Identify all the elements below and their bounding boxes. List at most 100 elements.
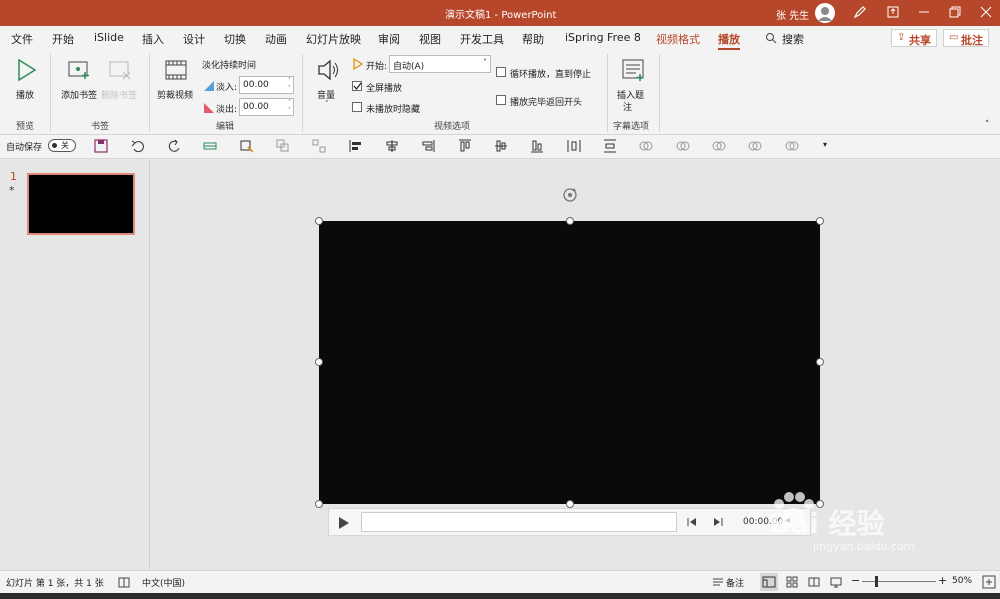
search-icon[interactable] <box>765 32 777 47</box>
tab-playback[interactable]: 播放 <box>718 31 740 50</box>
start-label: 开始: <box>366 62 388 72</box>
distribute-vertical-icon[interactable] <box>603 139 617 153</box>
shape-subtract-icon[interactable] <box>785 139 799 153</box>
language[interactable]: 中文(中国) <box>142 576 185 589</box>
ungroup-icon[interactable] <box>312 139 326 153</box>
align-top-icon[interactable] <box>458 139 472 153</box>
remove-bookmark-button[interactable]: 删除书签 <box>101 56 145 104</box>
resize-handle-right[interactable] <box>816 358 824 366</box>
tab-animations[interactable]: 动画 <box>265 31 287 47</box>
redo-icon[interactable] <box>167 139 181 153</box>
tab-view[interactable]: 视图 <box>419 31 441 47</box>
fade-in-spinner-icon[interactable]: ˄ ˅ <box>288 77 291 93</box>
collapse-ribbon-icon[interactable]: ˄ <box>985 120 990 130</box>
fade-out-input[interactable]: 00.00 ˄ ˅ <box>239 98 294 116</box>
pen-icon[interactable] <box>853 5 867 22</box>
select-icon[interactable] <box>240 139 254 153</box>
player-back-icon[interactable] <box>687 517 697 527</box>
align-right-icon[interactable] <box>421 139 435 153</box>
tab-home[interactable]: 开始 <box>52 31 74 47</box>
ribbon: 播放 预览 添加书签 删除书签 书签 剪裁视频 淡化持续时间 淡入: 00.00… <box>0 50 1000 135</box>
normal-view-button[interactable] <box>760 573 778 591</box>
fit-to-window-icon[interactable] <box>982 575 996 589</box>
customize-qat-icon[interactable]: ▾ <box>823 140 827 149</box>
tab-islide[interactable]: iSlide <box>94 31 124 44</box>
resize-handle-top-left[interactable] <box>315 217 323 225</box>
play-button[interactable]: 播放 <box>10 56 42 104</box>
undo-icon[interactable] <box>131 139 145 153</box>
notes-icon[interactable] <box>712 576 724 588</box>
zoom-level[interactable]: 50% <box>952 576 972 586</box>
shape-intersect-icon[interactable] <box>748 139 762 153</box>
tab-review[interactable]: 审阅 <box>378 31 400 47</box>
restore-icon[interactable] <box>949 6 961 21</box>
fade-in-input[interactable]: 00.00 ˄ ˅ <box>239 76 294 94</box>
resize-handle-left[interactable] <box>315 358 323 366</box>
tab-ispring[interactable]: iSpring Free 8 <box>565 31 641 44</box>
slide-thumbnail[interactable] <box>27 173 135 235</box>
tab-transitions[interactable]: 切换 <box>224 31 246 47</box>
tab-file[interactable]: 文件 <box>11 31 33 47</box>
search-label[interactable]: 搜索 <box>782 31 804 47</box>
status-bar: 幻灯片 第 1 张，共 1 张 中文(中国) 备注 − + 50% <box>0 570 1000 593</box>
align-left-icon[interactable] <box>349 139 363 153</box>
zoom-out-icon[interactable]: − <box>851 574 860 587</box>
tab-developer[interactable]: 开发工具 <box>460 31 504 47</box>
shape-combine-icon[interactable] <box>676 139 690 153</box>
fade-out-icon <box>204 103 214 113</box>
zoom-slider[interactable] <box>862 581 936 582</box>
hide-not-playing-checkbox[interactable] <box>352 102 362 112</box>
player-play-icon[interactable] <box>337 515 351 531</box>
volume-button[interactable]: 音量 ˅ <box>312 56 344 112</box>
avatar[interactable] <box>815 3 835 23</box>
distribute-horizontal-icon[interactable] <box>567 139 581 153</box>
add-bookmark-button[interactable]: 添加书签 <box>58 56 102 104</box>
group-objects-icon[interactable] <box>276 139 290 153</box>
share-button[interactable]: ⇪ 共享 <box>891 29 937 47</box>
accessibility-icon[interactable] <box>118 576 130 588</box>
tab-video-format[interactable]: 视频格式 <box>656 31 700 47</box>
slide-size-icon[interactable] <box>203 139 217 153</box>
start-icon <box>353 58 364 70</box>
zoom-in-icon[interactable]: + <box>938 574 947 587</box>
resize-handle-top[interactable] <box>566 217 574 225</box>
minimize-icon[interactable] <box>918 6 930 21</box>
slideshow-view-icon[interactable] <box>830 576 842 588</box>
trim-video-button[interactable]: 剪裁视频 <box>156 56 198 104</box>
tab-insert[interactable]: 插入 <box>142 31 164 47</box>
player-progress-bar[interactable] <box>361 512 677 532</box>
close-icon[interactable] <box>980 6 992 21</box>
tab-help[interactable]: 帮助 <box>522 31 544 47</box>
rewind-checkbox[interactable] <box>496 95 506 105</box>
loop-checkbox[interactable] <box>496 67 506 77</box>
align-middle-icon[interactable] <box>494 139 508 153</box>
video-frame[interactable] <box>319 221 820 504</box>
align-bottom-icon[interactable] <box>530 139 544 153</box>
insert-caption-button[interactable]: 插入题 注 <box>614 56 652 113</box>
tab-design[interactable]: 设计 <box>183 31 205 47</box>
shape-union-icon[interactable] <box>639 139 653 153</box>
tab-slideshow[interactable]: 幻灯片放映 <box>306 31 361 47</box>
slide-canvas: 00:00.00 ◂ Bai 经验 jingyan.baidu.com <box>151 160 1000 570</box>
loop-label: 循环播放，直到停止 <box>510 70 592 80</box>
slide-sorter-icon[interactable] <box>786 576 798 588</box>
zoom-slider-thumb[interactable] <box>875 576 878 587</box>
player-forward-icon[interactable] <box>713 517 723 527</box>
align-center-icon[interactable] <box>385 139 399 153</box>
rotate-handle-icon[interactable] <box>561 186 579 204</box>
resize-handle-bottom-left[interactable] <box>315 500 323 508</box>
save-icon[interactable] <box>94 139 108 153</box>
start-dropdown-icon: ˅ <box>483 58 487 67</box>
autosave-toggle[interactable]: 关 <box>48 139 76 152</box>
user-name[interactable]: 张 先生 <box>776 7 809 22</box>
resize-handle-bottom[interactable] <box>566 500 574 508</box>
resize-handle-top-right[interactable] <box>816 217 824 225</box>
start-select[interactable]: 自动(A) ˅ <box>389 55 491 73</box>
fullscreen-checkbox[interactable] <box>352 81 362 91</box>
reading-view-icon[interactable] <box>808 576 820 588</box>
ribbon-display-icon[interactable] <box>887 6 899 21</box>
fade-out-spinner-icon[interactable]: ˄ ˅ <box>288 99 291 115</box>
shape-fragment-icon[interactable] <box>712 139 726 153</box>
comment-button[interactable]: ▭ 批注 <box>943 29 989 47</box>
notes-button[interactable]: 备注 <box>726 576 744 589</box>
